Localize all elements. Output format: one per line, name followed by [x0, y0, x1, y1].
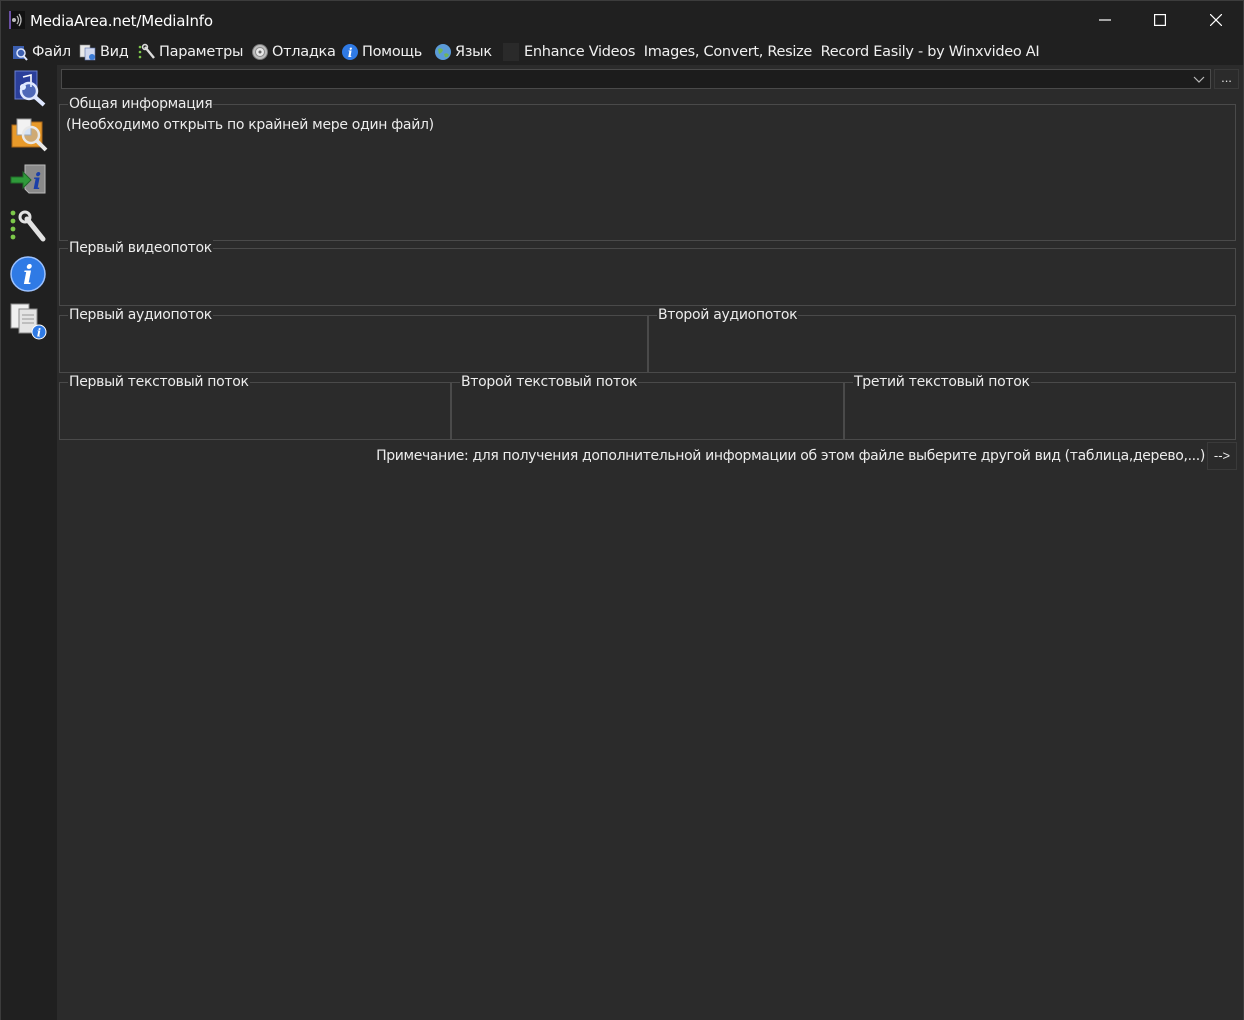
- group-general-label: Общая информация: [68, 96, 214, 112]
- debug-icon: [251, 43, 269, 61]
- ad-icon: [503, 43, 519, 61]
- svg-text:i: i: [33, 169, 41, 195]
- close-icon: [1210, 14, 1222, 26]
- menu-language-label: Язык: [455, 44, 492, 60]
- preferences-button[interactable]: [9, 207, 49, 247]
- menu-view-label: Вид: [100, 44, 129, 60]
- minimize-button[interactable]: [1077, 1, 1133, 39]
- close-button[interactable]: [1188, 1, 1244, 39]
- menu-help-label: Помощь: [362, 44, 422, 60]
- main-panel: ... Общая информация (Необходимо открыть…: [57, 65, 1243, 1020]
- group-text3: Третий текстовый поток: [844, 374, 1236, 440]
- mediainfo-window: MediaArea.net/MediaInfo Файл Вид Парамет…: [0, 0, 1244, 1020]
- file-selector-combo[interactable]: [61, 69, 1211, 89]
- mediainfo-app-icon: [9, 11, 25, 29]
- file-open-icon: [11, 43, 29, 61]
- menu-view[interactable]: Вид: [79, 42, 129, 62]
- globe-icon: [434, 43, 452, 61]
- menu-debug[interactable]: Отладка: [251, 42, 336, 62]
- side-toolbar: i i i: [1, 65, 57, 1020]
- open-folder-button[interactable]: [9, 113, 49, 153]
- group-text1-label: Первый текстовый поток: [68, 374, 250, 390]
- about-button[interactable]: i: [9, 253, 49, 293]
- group-video1: Первый видеопоток: [59, 240, 1236, 306]
- open-file-button[interactable]: [9, 67, 49, 107]
- menu-help[interactable]: i Помощь: [341, 42, 422, 62]
- group-text2-label: Второй текстовый поток: [460, 374, 639, 390]
- note-text: Примечание: для получения дополнительной…: [376, 448, 1205, 464]
- copy-info-button[interactable]: i: [9, 301, 49, 341]
- window-title: MediaArea.net/MediaInfo: [30, 12, 213, 30]
- menu-ad-link[interactable]: Enhance Videos Images, Convert, Resize R…: [524, 42, 1040, 62]
- about-icon: i: [10, 256, 46, 292]
- general-info-text: (Необходимо открыть по крайней мере один…: [66, 117, 434, 133]
- menu-language[interactable]: Язык: [434, 42, 492, 62]
- next-view-button[interactable]: -->: [1207, 442, 1237, 470]
- svg-text:i: i: [37, 327, 41, 340]
- group-text1: Первый текстовый поток: [59, 374, 451, 440]
- settings-wrench-icon: [138, 43, 156, 61]
- group-audio1: Первый аудиопоток: [59, 307, 648, 373]
- chevron-down-icon: [1193, 76, 1205, 83]
- copy-info-icon: i: [10, 303, 47, 340]
- menu-file-label: Файл: [32, 44, 71, 60]
- group-audio1-label: Первый аудиопоток: [68, 307, 213, 323]
- ad-text: Enhance Videos Images, Convert, Resize R…: [524, 44, 1040, 60]
- group-general: Общая информация (Необходимо открыть по …: [59, 96, 1236, 241]
- menu-bar: Файл Вид Параметры Отладка i Помощь Язык…: [1, 39, 1243, 65]
- export-button[interactable]: i: [9, 159, 49, 199]
- menu-preferences-label: Параметры: [159, 44, 244, 60]
- maximize-icon: [1154, 14, 1166, 26]
- minimize-icon: [1099, 19, 1111, 21]
- menu-preferences[interactable]: Параметры: [138, 42, 243, 62]
- group-text2: Второй текстовый поток: [451, 374, 844, 440]
- menu-debug-label: Отладка: [272, 44, 336, 60]
- group-text3-label: Третий текстовый поток: [853, 374, 1031, 390]
- export-icon: i: [10, 164, 46, 195]
- group-audio2-label: Второй аудиопоток: [657, 307, 799, 323]
- preferences-icon: [10, 210, 46, 242]
- menu-file[interactable]: Файл: [11, 42, 71, 62]
- svg-text:i: i: [23, 261, 33, 291]
- svg-text:i: i: [348, 46, 353, 60]
- view-icon: [79, 43, 97, 61]
- browse-button[interactable]: ...: [1214, 69, 1239, 89]
- group-video1-label: Первый видеопоток: [68, 240, 213, 256]
- group-audio2: Второй аудиопоток: [648, 307, 1236, 373]
- open-folder-icon: [11, 118, 48, 152]
- help-info-icon: i: [341, 43, 359, 61]
- maximize-button[interactable]: [1132, 1, 1188, 39]
- open-file-icon: [14, 70, 46, 107]
- title-bar: MediaArea.net/MediaInfo: [1, 1, 1243, 39]
